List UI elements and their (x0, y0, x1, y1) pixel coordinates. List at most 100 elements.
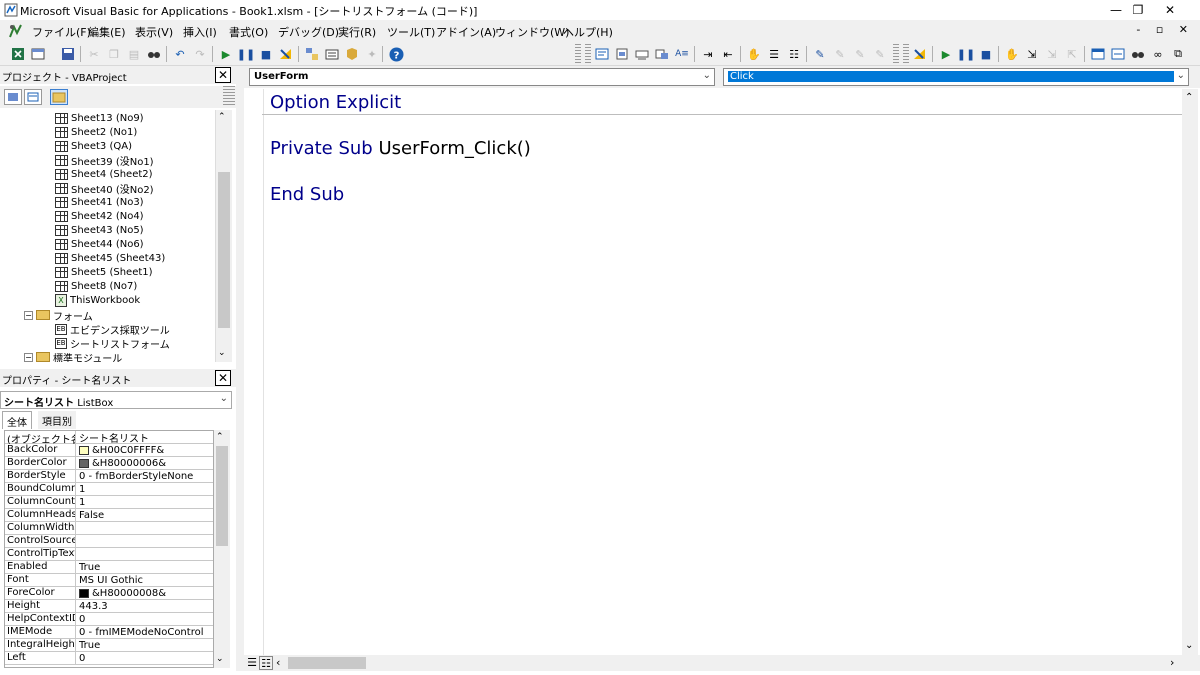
properties-scroll-thumb[interactable] (216, 446, 228, 546)
debug-run-icon[interactable]: ▶ (938, 46, 954, 62)
step-into-icon[interactable]: ⇲ (1024, 46, 1040, 62)
menu-window[interactable]: ウィンドウ(W) (495, 24, 569, 40)
debug-break-icon[interactable]: ❚❚ (957, 46, 975, 62)
property-row[interactable]: BorderColor &H80000006& (5, 457, 213, 470)
full-module-view-icon[interactable]: ☷ (259, 656, 273, 670)
view-code-button[interactable] (4, 89, 22, 105)
scroll-down-arrow-icon[interactable]: ⌄ (216, 654, 224, 664)
property-row[interactable]: (オブジェクト名)シート名リスト (5, 431, 213, 445)
property-row[interactable]: ControlTipText (5, 548, 213, 561)
property-row[interactable]: ColumnHeads False (5, 509, 213, 522)
property-row[interactable]: Enabled True (5, 561, 213, 574)
debug-reset-icon[interactable]: ■ (978, 46, 994, 62)
quick-info-icon[interactable] (634, 46, 650, 62)
property-row[interactable]: ControlSource (5, 535, 213, 548)
toggle-bookmark-icon[interactable]: ✎ (812, 46, 828, 62)
property-row[interactable]: BoundColumn 1 (5, 483, 213, 496)
tree-item[interactable]: Sheet45 (Sheet43) (55, 251, 165, 265)
project-explorer-icon[interactable] (304, 46, 320, 62)
tab-categorized[interactable]: 項目別 (38, 411, 76, 429)
tree-item[interactable]: Sheet40 (没No2) (55, 181, 154, 196)
tree-item[interactable]: Sheet2 (No1) (55, 125, 137, 139)
code-margin-indicator-bar[interactable] (244, 89, 264, 655)
property-row[interactable]: BorderStyle 0 - fmBorderStyleNone (5, 470, 213, 483)
immediate-window-icon[interactable] (1110, 46, 1126, 62)
menu-view[interactable]: 表示(V) (135, 24, 173, 40)
find-icon[interactable] (146, 46, 162, 62)
procedure-view-icon[interactable]: ☰ (245, 656, 259, 670)
code-horizontal-scrollbar[interactable] (244, 655, 1200, 671)
scroll-up-arrow-icon[interactable]: ⌃ (218, 112, 226, 122)
property-row[interactable]: IMEMode 0 - fmIMEModeNoControl (5, 626, 213, 639)
previous-bookmark-icon[interactable]: ✎ (852, 46, 868, 62)
list-properties-icon[interactable] (594, 46, 610, 62)
property-row[interactable]: Font MS UI Gothic (5, 574, 213, 587)
tree-item[interactable]: Sheet44 (No6) (55, 237, 144, 251)
project-tree[interactable]: Sheet13 (No9) Sheet2 (No1) Sheet3 (QA) S… (0, 110, 216, 362)
uncomment-block-icon[interactable]: ☷ (786, 46, 802, 62)
excel-icon[interactable] (10, 46, 26, 62)
code-line-option-explicit[interactable]: Option Explicit (270, 92, 401, 113)
tree-item[interactable]: Sheet5 (Sheet1) (55, 265, 153, 279)
menu-debug[interactable]: デバッグ(D) (278, 24, 339, 40)
locals-window-icon[interactable] (1090, 46, 1106, 62)
tree-item-form[interactable]: EB エビデンス採取ツール (55, 322, 170, 337)
indent-icon[interactable]: ⇥ (700, 46, 716, 62)
toggle-folders-button[interactable] (50, 89, 68, 105)
list-constants-icon[interactable] (614, 46, 630, 62)
chevron-down-icon[interactable]: ⌄ (220, 393, 228, 404)
project-pane-close-button[interactable]: ✕ (215, 67, 231, 83)
menu-help[interactable]: ヘルプ(H) (563, 24, 613, 40)
object-browser-icon[interactable] (344, 46, 360, 62)
property-row[interactable]: Left 0 (5, 652, 213, 665)
property-row[interactable]: HelpContextID 0 (5, 613, 213, 626)
view-object-button[interactable] (24, 89, 42, 105)
close-button[interactable]: ✕ (1148, 0, 1192, 20)
run-icon[interactable]: ▶ (218, 46, 234, 62)
object-combo[interactable]: UserForm ⌄ (249, 68, 715, 86)
tree-item[interactable]: Sheet43 (No5) (55, 223, 144, 237)
tree-item[interactable]: Sheet13 (No9) (55, 111, 144, 125)
tree-item[interactable]: Sheet39 (没No1) (55, 153, 154, 168)
parameter-info-icon[interactable] (654, 46, 670, 62)
cut-icon[interactable]: ✂ (86, 46, 102, 62)
menu-tools[interactable]: ツール(T) (387, 24, 435, 40)
collapse-icon[interactable]: − (24, 310, 33, 320)
menu-insert[interactable]: 挿入(I) (183, 24, 217, 40)
tree-item[interactable]: Sheet8 (No7) (55, 279, 137, 293)
tree-folder-forms[interactable]: − フォーム (24, 308, 93, 323)
copy-icon[interactable]: ❐ (106, 46, 122, 62)
quick-watch-icon[interactable]: ∞ (1150, 46, 1166, 62)
object-selector-combo[interactable]: シート名リスト ListBox ⌄ (0, 391, 232, 409)
tree-item-form[interactable]: EB シートリストフォーム (55, 336, 170, 351)
property-row[interactable]: ForeColor &H80000008& (5, 587, 213, 600)
tab-alphabetic[interactable]: 全体 (2, 411, 32, 429)
menu-format[interactable]: 書式(O) (229, 24, 268, 40)
code-horizontal-scroll-thumb[interactable] (288, 657, 366, 669)
scroll-left-arrow-icon[interactable]: ‹ (276, 656, 280, 669)
menu-run[interactable]: 実行(R) (338, 24, 376, 40)
property-row[interactable]: BackColor &H00C0FFFF& (5, 444, 213, 457)
scroll-down-arrow-icon[interactable]: ⌄ (218, 348, 226, 358)
chevron-down-icon[interactable]: ⌄ (703, 70, 711, 81)
undo-icon[interactable]: ↶ (172, 46, 188, 62)
project-tree-scroll-thumb[interactable] (218, 172, 230, 328)
step-out-icon[interactable]: ⇱ (1064, 46, 1080, 62)
complete-word-icon[interactable]: A≡ (674, 46, 690, 62)
code-vertical-scrollbar[interactable] (1182, 89, 1198, 655)
insert-userform-icon[interactable] (30, 46, 46, 62)
tree-item[interactable]: Sheet41 (No3) (55, 195, 144, 209)
menu-file[interactable]: ファイル(F) (32, 24, 91, 40)
property-row[interactable]: ColumnCount 1 (5, 496, 213, 509)
scroll-up-arrow-icon[interactable]: ⌃ (216, 432, 224, 442)
step-over-icon[interactable]: ⇲ (1044, 46, 1060, 62)
code-editor[interactable] (244, 89, 1182, 655)
properties-window-icon[interactable] (324, 46, 340, 62)
vba-menu-icon[interactable] (8, 23, 24, 39)
reset-icon[interactable]: ■ (258, 46, 274, 62)
help-icon[interactable]: ? (388, 46, 404, 62)
debug-breakpoint-icon[interactable]: ✋ (1004, 46, 1020, 62)
tree-item[interactable]: Sheet3 (QA) (55, 139, 132, 153)
chevron-down-icon[interactable]: ⌄ (1177, 70, 1185, 81)
pane-splitter[interactable] (236, 66, 244, 671)
